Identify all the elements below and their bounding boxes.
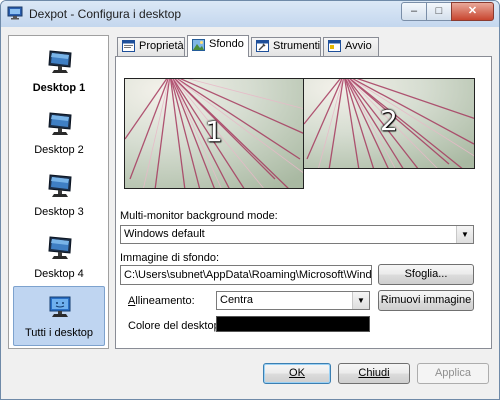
sidebar-item-desktop-1[interactable]: Desktop 1 <box>14 42 104 102</box>
tab-label: Strumenti <box>273 40 321 52</box>
tools-icon <box>256 40 269 52</box>
tab-label: Proprietà <box>139 40 184 52</box>
properties-icon <box>122 40 135 52</box>
monitor-icon <box>48 236 72 259</box>
ok-label: OK <box>289 367 305 379</box>
sidebar-item-desktop-3[interactable]: Desktop 3 <box>14 166 104 226</box>
window-title: Dexpot - Configura i desktop <box>29 7 182 21</box>
title-bar[interactable]: Dexpot - Configura i desktop – □ ✕ <box>1 1 499 27</box>
sidebar-item-desktop-2[interactable]: Desktop 2 <box>14 104 104 164</box>
sidebar-item-desktop-4[interactable]: Desktop 4 <box>14 228 104 288</box>
alignment-label: Allineamento: <box>128 295 195 307</box>
tab-tools[interactable]: Strumenti <box>251 37 321 56</box>
monitor-face-icon <box>49 296 71 317</box>
monitor-icon <box>48 174 72 197</box>
tab-startup[interactable]: Avvio <box>323 37 379 56</box>
desktop-color-label: Colore del desktop: <box>128 320 223 332</box>
sidebar-item-label: Desktop 3 <box>34 206 84 218</box>
monitor-preview-1[interactable]: 1 <box>124 78 304 189</box>
monitor-number: 1 <box>205 115 223 148</box>
chevron-down-icon: ▼ <box>456 226 473 243</box>
monitor-preview-2[interactable]: 2 <box>303 78 475 169</box>
tab-wallpaper[interactable]: Sfondo <box>187 35 249 57</box>
monitor-app-icon <box>7 6 23 20</box>
sidebar-item-label: Desktop 1 <box>32 82 86 94</box>
ok-button[interactable]: OK <box>263 363 331 384</box>
close-label: Chiudi <box>358 367 390 379</box>
minimize-button[interactable]: – <box>401 2 427 21</box>
sidebar-item-label: Desktop 2 <box>34 144 84 156</box>
wallpaper-icon <box>192 39 205 51</box>
monitor-number: 2 <box>380 104 398 137</box>
monitor-icon <box>48 50 72 73</box>
path-value: C:\Users\subnet\AppData\Roaming\Microsof… <box>124 269 372 281</box>
wallpaper-panel: 1 2 Multi-monitor background mode: Windo… <box>115 56 492 349</box>
sidebar-item-label: Tutti i desktop <box>24 327 94 339</box>
dialog-window: Dexpot - Configura i desktop – □ ✕ Deskt… <box>0 0 500 400</box>
remove-image-button[interactable]: Rimuovi immagine <box>378 290 474 311</box>
apply-button[interactable]: Applica <box>417 363 489 384</box>
tab-properties[interactable]: Proprietà <box>117 37 185 56</box>
multimonitor-label: Multi-monitor background mode: <box>120 210 278 222</box>
chevron-down-icon: ▼ <box>352 292 369 309</box>
multimonitor-mode-select[interactable]: Windows default ▼ <box>120 225 474 244</box>
sidebar-item-all-desktops[interactable]: Tutti i desktop <box>13 286 105 346</box>
alignment-select[interactable]: Centra ▼ <box>216 291 370 310</box>
apply-label: Applica <box>434 367 472 379</box>
browse-button[interactable]: Sfoglia... <box>378 264 474 285</box>
startup-icon <box>328 40 341 52</box>
desktop-list: Desktop 1 Desktop 2 Desktop 3 Desktop 4 … <box>8 35 109 349</box>
alignment-label-rest: llineamento: <box>135 295 195 307</box>
wallpaper-image-label: Immagine di sfondo: <box>120 252 220 264</box>
monitor-icon <box>48 112 72 135</box>
sidebar-item-label: Desktop 4 <box>34 268 84 280</box>
maximize-button[interactable]: □ <box>426 2 452 21</box>
wallpaper-path-field[interactable]: C:\Users\subnet\AppData\Roaming\Microsof… <box>120 265 372 285</box>
desktop-color-swatch[interactable] <box>216 316 370 332</box>
select-value: Windows default <box>124 228 205 240</box>
select-value: Centra <box>220 294 254 306</box>
close-dialog-button[interactable]: Chiudi <box>338 363 410 384</box>
close-button[interactable]: ✕ <box>451 2 494 21</box>
tab-label: Avvio <box>345 40 372 52</box>
tab-label: Sfondo <box>209 38 244 50</box>
